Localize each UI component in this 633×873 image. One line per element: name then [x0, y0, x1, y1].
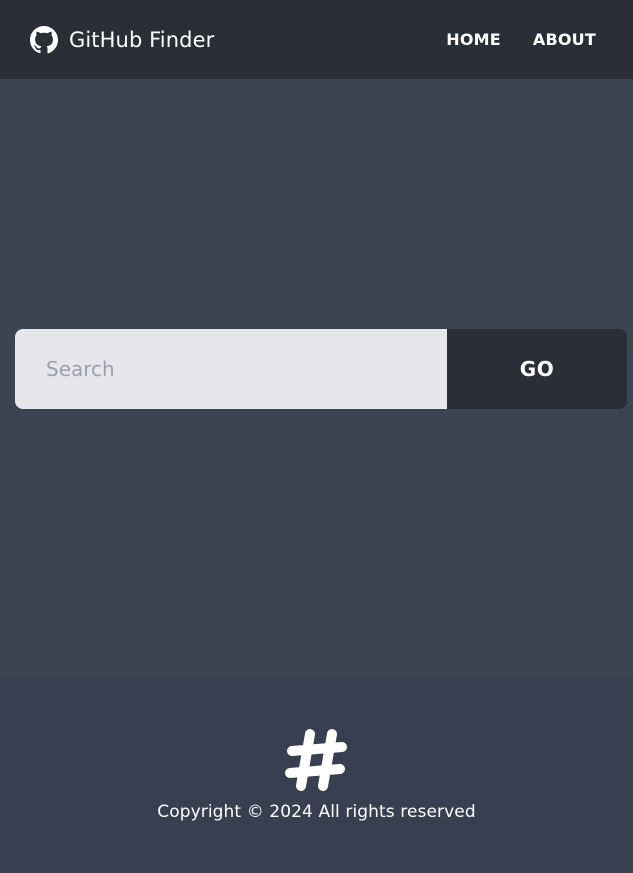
nav-link-home[interactable]: HOME	[430, 24, 517, 55]
hashtag-icon	[284, 729, 347, 791]
brand-link[interactable]: GitHub Finder	[30, 25, 215, 54]
main-content: GO	[0, 79, 633, 678]
search-form: GO	[15, 329, 627, 409]
navbar: GitHub Finder HOME ABOUT	[0, 0, 633, 79]
nav-links: HOME ABOUT	[430, 24, 603, 55]
footer: Copyright © 2024 All rights reserved	[0, 678, 633, 873]
go-button[interactable]: GO	[447, 329, 627, 409]
copyright-text: Copyright © 2024 All rights reserved	[157, 802, 476, 822]
brand-title: GitHub Finder	[69, 27, 215, 52]
nav-link-about[interactable]: ABOUT	[517, 24, 603, 55]
github-icon	[30, 25, 58, 53]
search-input[interactable]	[15, 329, 447, 409]
